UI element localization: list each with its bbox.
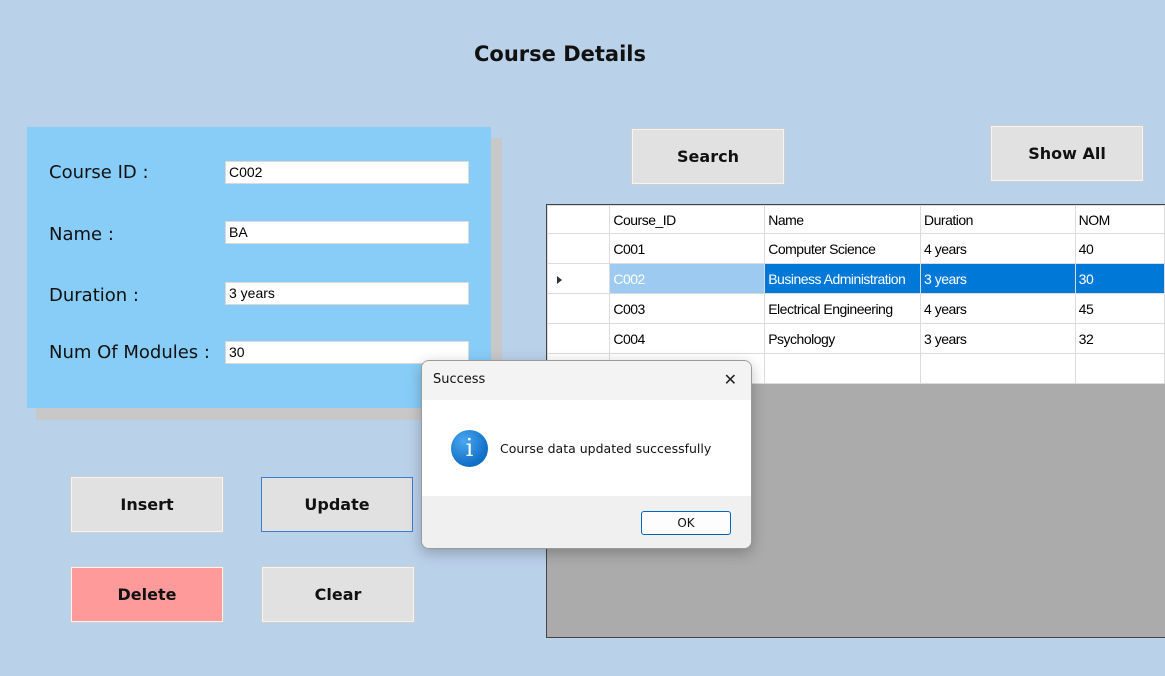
column-header[interactable]: Name	[764, 205, 922, 234]
cell[interactable]	[920, 353, 1076, 384]
cell[interactable]: 32	[1074, 323, 1165, 354]
grid-table: Course_ID Name Duration NOM C001 Compute…	[547, 205, 1165, 384]
delete-button[interactable]: Delete	[70, 566, 224, 623]
cell[interactable]: Psychology	[764, 323, 922, 354]
cell[interactable]: C003	[609, 293, 766, 324]
dialog-footer: OK	[422, 496, 751, 548]
cell[interactable]: 4 years	[920, 233, 1076, 264]
column-header[interactable]: Course_ID	[609, 205, 766, 234]
row-header[interactable]	[547, 323, 611, 354]
duration-input[interactable]: 3 years	[225, 282, 469, 305]
cell[interactable]: 40	[1074, 233, 1165, 264]
name-input[interactable]: BA	[225, 221, 469, 244]
dialog-title: Success	[433, 372, 486, 387]
row-header-corner	[547, 205, 611, 234]
row-header[interactable]	[547, 263, 611, 294]
page-title: Course Details	[474, 42, 646, 66]
cell[interactable]	[764, 353, 922, 384]
cell[interactable]: 45	[1074, 293, 1165, 324]
cell[interactable]: Electrical Engineering	[764, 293, 922, 324]
cell[interactable]: 4 years	[920, 293, 1076, 324]
current-row-arrow-icon	[557, 275, 562, 284]
info-icon: i	[451, 430, 488, 467]
search-button[interactable]: Search	[631, 128, 785, 185]
num-modules-label: Num Of Modules :	[49, 342, 210, 363]
name-label: Name :	[49, 224, 114, 245]
cell[interactable]: Computer Science	[764, 233, 922, 264]
dialog-titlebar[interactable]: Success ✕	[422, 361, 751, 400]
cell[interactable]	[1074, 353, 1165, 384]
row-header[interactable]	[547, 293, 611, 324]
cell[interactable]: 3 years	[920, 323, 1076, 354]
column-header[interactable]: NOM	[1074, 205, 1165, 234]
table-row[interactable]: C004 Psychology 3 years 32	[547, 323, 1165, 354]
row-header[interactable]	[547, 233, 611, 264]
cell[interactable]: 30	[1074, 263, 1165, 294]
column-header[interactable]: Duration	[920, 205, 1076, 234]
dialog-body: i Course data updated successfully	[422, 400, 751, 496]
table-row-selected[interactable]: C002 Business Administration 3 years 30	[547, 263, 1165, 294]
grid-header-row: Course_ID Name Duration NOM	[547, 205, 1165, 234]
close-icon[interactable]: ✕	[724, 370, 737, 389]
course-id-label: Course ID :	[49, 162, 149, 183]
cell[interactable]: Business Administration	[764, 263, 922, 294]
table-row[interactable]: C001 Computer Science 4 years 40	[547, 233, 1165, 264]
duration-label: Duration :	[49, 285, 139, 306]
success-dialog: Success ✕ i Course data updated successf…	[421, 360, 752, 549]
dialog-message: Course data updated successfully	[500, 441, 712, 456]
cell[interactable]: C002	[609, 263, 766, 294]
cell[interactable]: C001	[609, 233, 766, 264]
course-id-input[interactable]: C002	[225, 161, 469, 184]
update-button[interactable]: Update	[261, 477, 413, 532]
ok-button[interactable]: OK	[641, 511, 731, 535]
clear-button[interactable]: Clear	[261, 566, 415, 623]
show-all-button[interactable]: Show All	[990, 125, 1144, 182]
cell[interactable]: C004	[609, 323, 766, 354]
table-row[interactable]: C003 Electrical Engineering 4 years 45	[547, 293, 1165, 324]
cell[interactable]: 3 years	[920, 263, 1076, 294]
insert-button[interactable]: Insert	[70, 476, 224, 533]
